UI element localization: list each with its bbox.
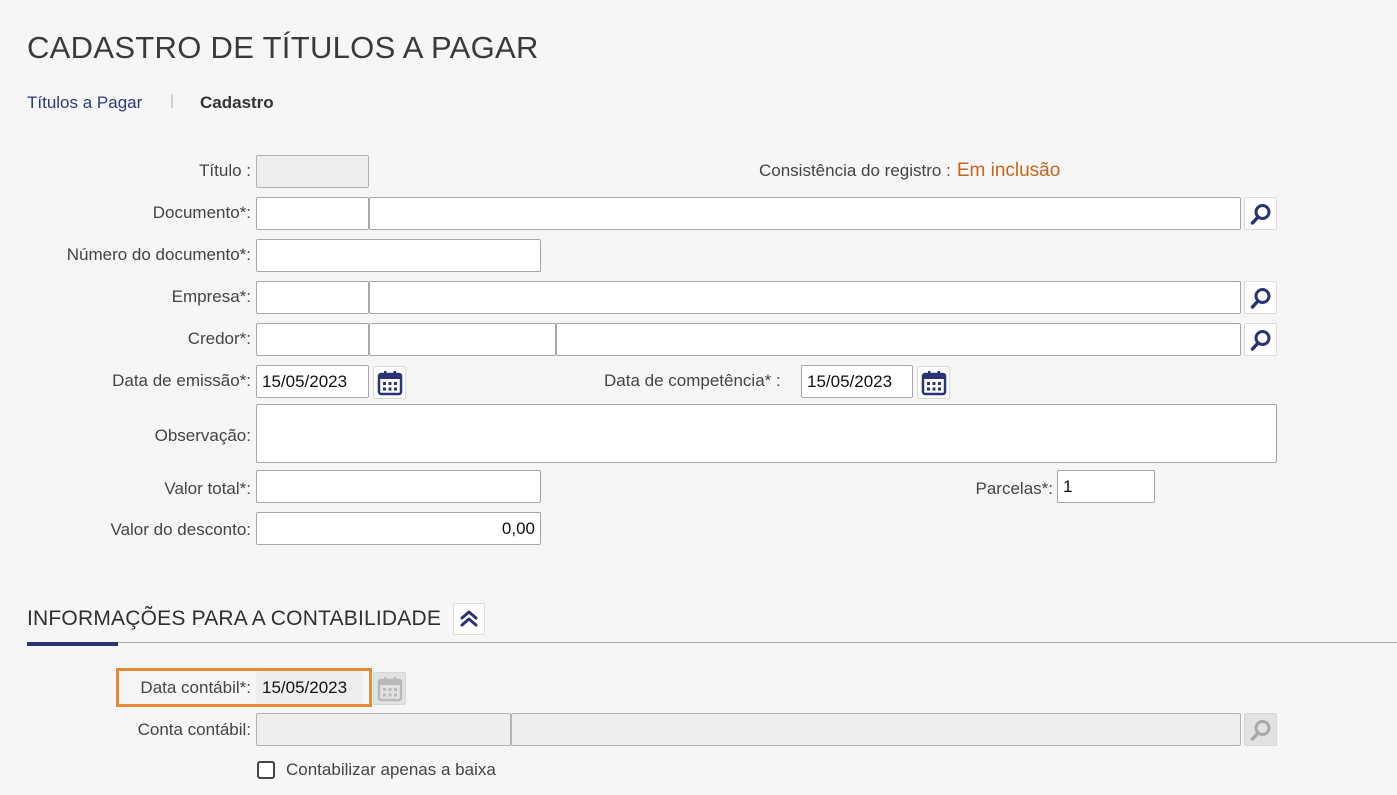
search-icon <box>1250 287 1270 309</box>
credor-code-input[interactable] <box>256 323 369 356</box>
documento-code-input[interactable] <box>256 197 369 230</box>
valor-total-label: Valor total*: <box>164 479 251 498</box>
search-icon <box>1250 329 1270 351</box>
documento-label: Documento*: <box>152 203 251 222</box>
record-status-label: Consistência do registro : <box>759 161 951 180</box>
data-contabil-field: 15/05/2023 <box>256 671 362 704</box>
credor-search-button[interactable] <box>1244 323 1277 356</box>
conta-contabil-label: Conta contábil: <box>137 720 251 739</box>
section-collapse-button[interactable] <box>453 603 485 635</box>
data-competencia-label: Data de competência* : <box>604 371 781 390</box>
parcelas-label: Parcelas*: <box>975 479 1053 498</box>
data-competencia-calendar-button[interactable] <box>917 366 950 399</box>
data-emissao-input[interactable]: 15/05/2023 <box>256 365 369 398</box>
contabilizar-baixa-label[interactable]: Contabilizar apenas a baixa <box>286 760 496 780</box>
credor-label: Credor*: <box>187 329 251 348</box>
conta-contabil-code-field <box>256 713 511 746</box>
empresa-search-button[interactable] <box>1244 281 1277 314</box>
credor-document-input[interactable] <box>369 323 556 356</box>
data-competencia-input[interactable]: 15/05/2023 <box>801 365 913 398</box>
conta-contabil-description-field <box>511 713 1241 746</box>
empresa-code-input[interactable] <box>256 281 369 314</box>
calendar-icon <box>377 676 402 701</box>
valor-desconto-label: Valor do desconto: <box>110 520 252 539</box>
record-status-value: Em inclusão <box>956 160 1061 181</box>
contabilizar-baixa-checkbox[interactable] <box>257 761 275 779</box>
calendar-icon <box>377 370 402 395</box>
observacao-textarea[interactable] <box>256 404 1277 463</box>
chevron-double-up-icon <box>460 610 478 627</box>
search-icon <box>1250 203 1270 225</box>
observacao-label: Observação: <box>154 426 251 445</box>
calendar-icon <box>921 370 946 395</box>
valor-desconto-input[interactable]: 0,00 <box>256 512 541 545</box>
empresa-label: Empresa*: <box>171 287 251 306</box>
conta-contabil-search-button <box>1244 713 1277 746</box>
parcelas-input[interactable]: 1 <box>1057 470 1155 503</box>
titulo-label: Título : <box>199 161 251 180</box>
data-contabil-calendar-button <box>373 672 406 705</box>
breadcrumb-separator: | <box>170 92 174 109</box>
section-title-contabilidade: INFORMAÇÕES PARA A CONTABILIDADE <box>27 607 442 630</box>
page-title: CADASTRO DE TÍTULOS A PAGAR <box>27 30 539 65</box>
empresa-description-input[interactable] <box>369 281 1241 314</box>
documento-description-input[interactable] <box>369 197 1241 230</box>
data-emissao-calendar-button[interactable] <box>373 366 406 399</box>
credor-name-input[interactable] <box>556 323 1241 356</box>
search-icon <box>1250 719 1270 741</box>
section-accent-underline <box>27 642 118 646</box>
data-contabil-label: Data contábil*: <box>140 678 251 697</box>
documento-search-button[interactable] <box>1244 197 1277 230</box>
titulo-field <box>256 155 369 188</box>
record-status: Consistência do registro : Em inclusão <box>759 160 1060 182</box>
numero-documento-label: Número do documento*: <box>66 245 251 264</box>
section-divider <box>27 642 1397 643</box>
breadcrumb-current: Cadastro <box>200 93 274 112</box>
numero-documento-input[interactable] <box>256 239 541 272</box>
data-emissao-label: Data de emissão*: <box>112 371 251 390</box>
breadcrumb-parent-link[interactable]: Títulos a Pagar <box>27 93 142 113</box>
valor-total-input[interactable] <box>256 470 541 503</box>
